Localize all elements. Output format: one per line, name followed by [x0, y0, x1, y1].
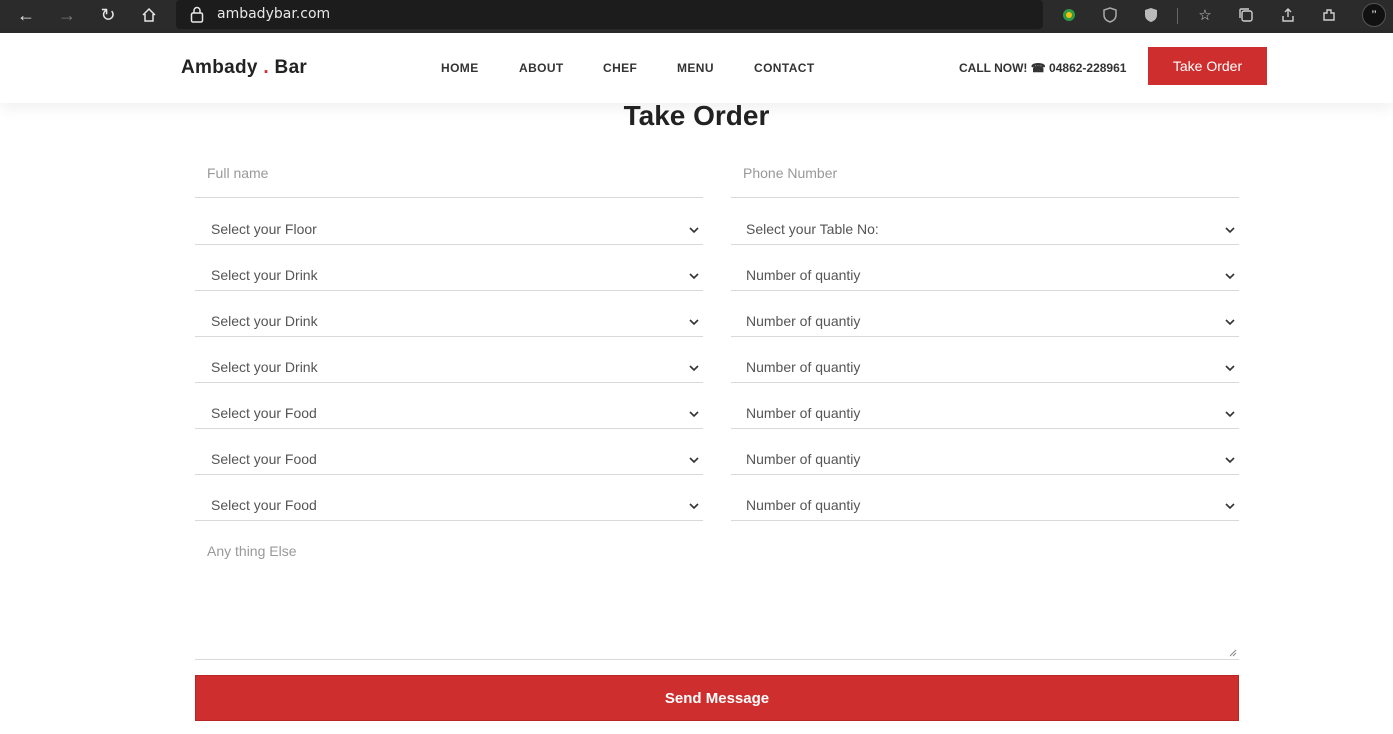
call-now-phone[interactable]: CALL NOW! ☎ 04862-228961 [959, 61, 1126, 75]
site-logo[interactable]: Ambady . Bar [181, 57, 307, 79]
chevron-down-icon [1225, 227, 1235, 234]
share-icon[interactable] [1277, 4, 1299, 26]
item-select[interactable]: Select your Drink [195, 291, 703, 337]
forward-icon[interactable]: → [52, 0, 82, 30]
item-select-label: Select your Drink [211, 313, 318, 329]
chevron-down-icon [1225, 457, 1235, 464]
floor-select-label: Select your Floor [211, 221, 317, 237]
quantity-select-label: Number of quantiy [746, 267, 861, 283]
favorites-icon[interactable]: ☆ [1194, 4, 1216, 26]
tracker-shield-icon[interactable] [1140, 4, 1162, 26]
form-title: Take Order [623, 100, 770, 131]
chevron-down-icon [689, 227, 699, 234]
quantity-select[interactable]: Number of quantiy [731, 337, 1239, 383]
browser-toolbar: ← → ↻ ambadybar.com ☆ ’’ [0, 0, 1393, 33]
phone-number-placeholder: Phone Number [743, 165, 838, 181]
shield-icon[interactable] [1099, 4, 1121, 26]
chevron-down-icon [1225, 411, 1235, 418]
extension-icon[interactable] [1058, 4, 1080, 26]
quantity-select[interactable]: Number of quantiy [731, 475, 1239, 521]
logo-text-part1: Ambady [181, 57, 258, 78]
item-select-label: Select your Food [211, 451, 317, 467]
item-select-label: Select your Drink [211, 267, 318, 283]
chevron-down-icon [689, 457, 699, 464]
item-select[interactable]: Select your Food [195, 429, 703, 475]
nav-menu[interactable]: MENU [677, 61, 714, 75]
collections-icon[interactable] [1235, 4, 1257, 26]
reload-icon[interactable]: ↻ [93, 0, 123, 30]
item-select[interactable]: Select your Food [195, 475, 703, 521]
toolbar-divider [1177, 8, 1178, 24]
phone-number-field[interactable]: Phone Number [731, 152, 1239, 198]
logo-dot: . [263, 57, 269, 78]
logo-text-part2: Bar [274, 57, 308, 78]
lock-icon [190, 6, 204, 23]
resize-handle-icon[interactable] [1229, 649, 1237, 657]
quantity-select-label: Number of quantiy [746, 497, 861, 513]
item-select-label: Select your Food [211, 497, 317, 513]
address-bar[interactable]: ambadybar.com [176, 0, 1043, 29]
quantity-select-label: Number of quantiy [746, 405, 861, 421]
item-select[interactable]: Select your Food [195, 383, 703, 429]
nav-about[interactable]: ABOUT [519, 61, 564, 75]
item-select-label: Select your Drink [211, 359, 318, 375]
full-name-placeholder: Full name [207, 165, 269, 181]
nav-home[interactable]: HOME [441, 61, 479, 75]
chevron-down-icon [689, 273, 699, 280]
chevron-down-icon [689, 365, 699, 372]
nav-chef[interactable]: CHEF [603, 61, 637, 75]
extensions-icon[interactable] [1318, 4, 1340, 26]
chevron-down-icon [689, 411, 699, 418]
chevron-down-icon [689, 319, 699, 326]
chevron-down-icon [689, 503, 699, 510]
full-name-field[interactable]: Full name [195, 152, 703, 198]
profile-avatar[interactable]: ’’ [1362, 3, 1386, 27]
home-icon[interactable] [134, 0, 164, 30]
quantity-select-label: Number of quantiy [746, 313, 861, 329]
quantity-select[interactable]: Number of quantiy [731, 429, 1239, 475]
chevron-down-icon [1225, 319, 1235, 326]
take-order-button[interactable]: Take Order [1148, 47, 1267, 85]
message-textarea[interactable]: Any thing Else [195, 530, 1239, 660]
chevron-down-icon [1225, 273, 1235, 280]
quantity-select-label: Number of quantiy [746, 359, 861, 375]
chevron-down-icon [1225, 503, 1235, 510]
quantity-select-label: Number of quantiy [746, 451, 861, 467]
chevron-down-icon [1225, 365, 1235, 372]
message-placeholder: Any thing Else [207, 543, 297, 559]
floor-select[interactable]: Select your Floor [195, 199, 703, 245]
nav-contact[interactable]: CONTACT [754, 61, 815, 75]
quantity-select[interactable]: Number of quantiy [731, 245, 1239, 291]
send-message-button[interactable]: Send Message [195, 675, 1239, 721]
quantity-select[interactable]: Number of quantiy [731, 291, 1239, 337]
item-select[interactable]: Select your Drink [195, 245, 703, 291]
table-select-label: Select your Table No: [746, 221, 879, 237]
back-icon[interactable]: ← [11, 0, 41, 30]
quantity-select[interactable]: Number of quantiy [731, 383, 1239, 429]
table-select[interactable]: Select your Table No: [731, 199, 1239, 245]
site-header: Ambady . Bar HOME ABOUT CHEF MENU CONTAC… [0, 33, 1393, 103]
item-select[interactable]: Select your Drink [195, 337, 703, 383]
url-text[interactable]: ambadybar.com [217, 6, 330, 22]
item-select-label: Select your Food [211, 405, 317, 421]
